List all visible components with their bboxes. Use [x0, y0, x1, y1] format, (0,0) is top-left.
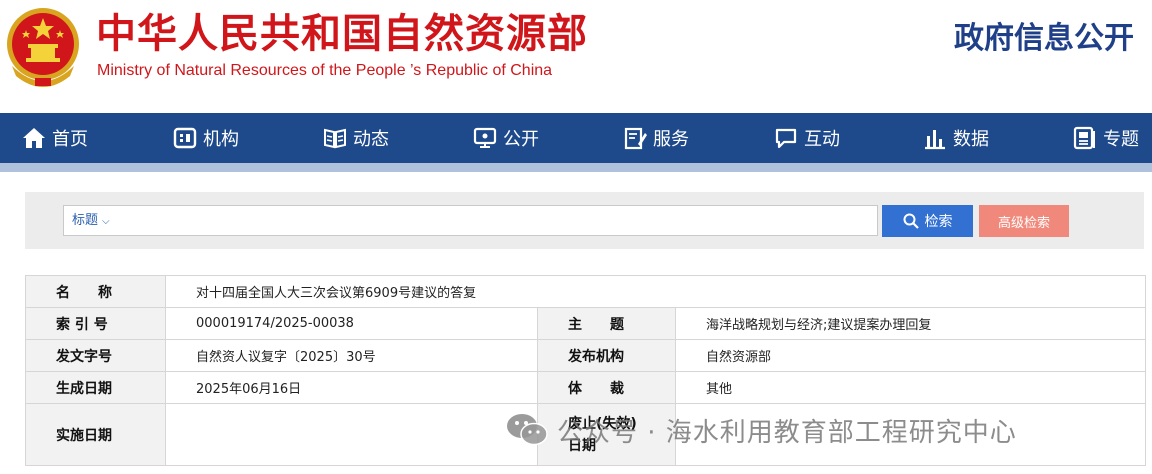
chevron-down-icon: ⌵ — [102, 216, 110, 227]
search-button[interactable]: 检索 — [882, 205, 973, 237]
nav-item-topics[interactable]: 专题 — [1073, 113, 1139, 163]
subject-value[interactable]: 海洋战略规划与经济;建议提案办理回复 — [674, 307, 1147, 340]
nav-item-label: 动态 — [353, 129, 389, 150]
table-row: 名 称 对十四届全国人大三次会议第6909号建议的答复 — [25, 275, 1147, 308]
index-value[interactable]: 000019174/2025-00038 — [165, 307, 538, 340]
chart-icon — [925, 130, 945, 150]
wechat-icon — [507, 414, 548, 446]
search-icon — [903, 213, 919, 229]
monitor-icon — [473, 127, 497, 148]
date-label[interactable]: 生成日期 — [25, 371, 166, 404]
nav-divider-stripe — [0, 163, 1152, 172]
search-input[interactable] — [126, 208, 866, 233]
advanced-search-button[interactable]: 高级检索 — [979, 205, 1069, 237]
nav-item-data[interactable]: 数据 — [923, 113, 989, 163]
effective-date-value[interactable] — [165, 403, 538, 466]
doc-icon — [1073, 126, 1095, 150]
table-row: 生成日期 2025年06月16日 体 裁 其他 — [25, 371, 1147, 404]
subject-label[interactable]: 主 题 — [537, 307, 676, 340]
book-icon — [324, 128, 346, 149]
table-row: 发文字号 自然资人议复字〔2025〕30号 发布机构 自然资源部 — [25, 339, 1147, 372]
nav-item-interact[interactable]: 互动 — [774, 113, 840, 163]
nav-item-news[interactable]: 动态 — [323, 113, 389, 163]
nav-item-open[interactable]: 公开 — [473, 113, 539, 163]
effective-date-label[interactable]: 实施日期 — [25, 403, 166, 466]
name-label[interactable]: 名 称 — [25, 275, 166, 308]
wechat-watermark: 公众号 · 海水利用教育部工程研究中心 — [505, 410, 1017, 450]
search-button-label: 检索 — [924, 213, 953, 229]
date-value[interactable]: 2025年06月16日 — [165, 371, 538, 404]
search-field-select[interactable]: 标题 ⌵ — [72, 206, 110, 235]
index-label[interactable]: 索 引 号 — [25, 307, 166, 340]
search-box: 标题 ⌵ — [63, 205, 878, 236]
doc-no-label[interactable]: 发文字号 — [25, 339, 166, 372]
issuer-label[interactable]: 发布机构 — [537, 339, 676, 372]
site-header: 中华人民共和国自然资源部 Ministry of Natural Resourc… — [0, 0, 1152, 113]
nav-item-label: 专题 — [1103, 129, 1139, 150]
edit-icon — [624, 127, 647, 150]
nav-item-label: 数据 — [953, 129, 989, 150]
table-row: 索 引 号 000019174/2025-00038 主 题 海洋战略规划与经济… — [25, 307, 1147, 340]
org-icon — [173, 127, 197, 149]
gov-info-open-title[interactable]: 政府信息公开 — [954, 18, 1134, 60]
nav-item-service[interactable]: 服务 — [623, 113, 689, 163]
national-emblem-icon[interactable] — [4, 4, 82, 88]
nav-item-label: 机构 — [203, 129, 239, 150]
advanced-search-label: 高级检索 — [997, 214, 1050, 230]
genre-label[interactable]: 体 裁 — [537, 371, 676, 404]
watermark-text: 公众号 · 海水利用教育部工程研究中心 — [557, 417, 1017, 448]
name-value[interactable]: 对十四届全国人大三次会议第6909号建议的答复 — [164, 275, 1147, 308]
main-nav: 首页 机构 动态 公开 服务 互动 数据 专题 — [0, 113, 1152, 163]
chat-icon — [775, 128, 797, 149]
site-title-en[interactable]: Ministry of Natural Resources of the Peo… — [97, 62, 552, 80]
nav-item-label: 公开 — [503, 129, 539, 150]
search-panel: 标题 ⌵ 检索 高级检索 — [25, 192, 1144, 249]
nav-item-home[interactable]: 首页 — [22, 113, 88, 163]
nav-item-label: 首页 — [52, 129, 88, 150]
nav-item-org[interactable]: 机构 — [173, 113, 239, 163]
nav-item-label: 服务 — [653, 129, 689, 150]
issuer-value[interactable]: 自然资源部 — [674, 339, 1147, 372]
search-field-label: 标题 — [72, 213, 99, 228]
nav-item-label: 互动 — [804, 129, 840, 150]
genre-value[interactable]: 其他 — [674, 371, 1147, 404]
site-title-cn[interactable]: 中华人民共和国自然资源部 — [96, 8, 588, 60]
home-icon — [23, 128, 45, 148]
doc-no-value[interactable]: 自然资人议复字〔2025〕30号 — [165, 339, 538, 372]
